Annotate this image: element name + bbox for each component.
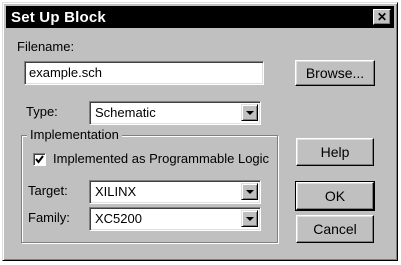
programmable-logic-checkbox[interactable] (33, 153, 46, 166)
browse-button-label: Browse... (305, 65, 365, 81)
browse-button[interactable]: Browse... (295, 60, 375, 86)
cancel-button-label: Cancel (313, 221, 357, 237)
target-label: Target: (28, 183, 68, 198)
type-dropdown-button[interactable] (241, 104, 258, 121)
filename-input[interactable]: example.sch (24, 61, 264, 85)
programmable-logic-label[interactable]: Implemented as Programmable Logic (53, 151, 273, 166)
type-selected-value: Schematic (95, 105, 156, 120)
filename-value: example.sch (29, 65, 102, 80)
close-button[interactable]: ✕ (373, 9, 391, 25)
cancel-button[interactable]: Cancel (296, 215, 374, 243)
close-icon: ✕ (376, 10, 388, 24)
family-select[interactable]: XC5200 (89, 207, 261, 231)
target-selected-value: XILINX (95, 184, 137, 199)
family-dropdown-button[interactable] (241, 210, 258, 227)
family-label: Family: (28, 210, 70, 225)
implementation-legend: Implementation (27, 127, 122, 142)
chevron-down-icon (245, 189, 254, 194)
window-title: Set Up Block (11, 8, 106, 26)
type-label: Type: (26, 104, 58, 119)
type-select[interactable]: Schematic (89, 101, 261, 125)
family-selected-value: XC5200 (95, 211, 142, 226)
filename-label: Filename: (17, 39, 75, 54)
checkmark-icon (35, 155, 44, 164)
ok-button[interactable]: OK (295, 181, 375, 211)
target-dropdown-button[interactable] (241, 183, 258, 200)
chevron-down-icon (245, 110, 254, 115)
ok-button-label: OK (324, 188, 346, 204)
target-select[interactable]: XILINX (89, 180, 261, 204)
set-up-block-dialog: Set Up Block ✕ Filename: example.sch Bro… (2, 2, 398, 261)
help-button[interactable]: Help (296, 138, 374, 166)
title-bar: Set Up Block ✕ (6, 6, 394, 28)
chevron-down-icon (245, 216, 254, 221)
help-button-label: Help (320, 144, 350, 160)
